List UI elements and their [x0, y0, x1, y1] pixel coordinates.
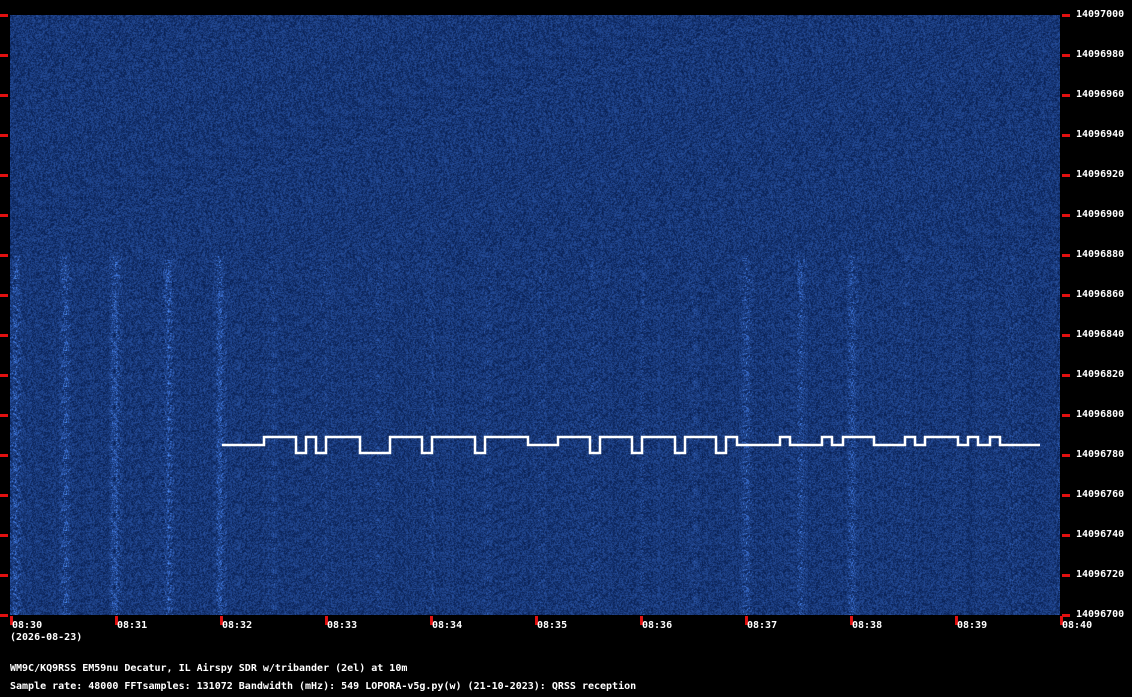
freq-label: 14096740 — [1076, 529, 1125, 540]
freq-label: 14096800 — [1076, 409, 1125, 420]
freq-tick — [1062, 494, 1070, 497]
freq-tick — [1062, 294, 1070, 297]
time-label: 08:34 — [432, 620, 463, 631]
freq-tick — [0, 574, 8, 577]
freq-tick — [0, 294, 8, 297]
freq-tick — [0, 334, 8, 337]
freq-tick — [0, 54, 8, 57]
freq-label: 14096960 — [1076, 89, 1125, 100]
freq-tick — [0, 614, 8, 617]
freq-tick — [1062, 14, 1070, 17]
freq-tick — [1062, 454, 1070, 457]
freq-tick — [1062, 134, 1070, 137]
freq-tick — [1062, 254, 1070, 257]
freq-label: 14097000 — [1076, 9, 1125, 20]
freq-tick — [0, 454, 8, 457]
fsk-trace-line — [222, 435, 1040, 455]
time-label: 08:32 — [222, 620, 253, 631]
freq-tick — [1062, 574, 1070, 577]
freq-label: 14096940 — [1076, 129, 1125, 140]
time-label: 08:35 — [537, 620, 568, 631]
freq-tick — [0, 374, 8, 377]
freq-label: 14096820 — [1076, 369, 1125, 380]
freq-tick — [1062, 214, 1070, 217]
freq-tick — [1062, 374, 1070, 377]
waterfall-display[interactable] — [10, 15, 1060, 615]
time-label: 08:31 — [117, 620, 148, 631]
time-label: 08:40 — [1062, 620, 1093, 631]
freq-tick — [1062, 54, 1070, 57]
signal-trace — [222, 435, 1040, 455]
freq-tick — [0, 534, 8, 537]
freq-label: 14096760 — [1076, 489, 1125, 500]
time-label: 08:38 — [852, 620, 883, 631]
freq-tick — [0, 414, 8, 417]
time-label: 08:37 — [747, 620, 778, 631]
freq-tick — [0, 174, 8, 177]
freq-label: 14096840 — [1076, 329, 1125, 340]
freq-tick — [0, 214, 8, 217]
date-label: (2026-08-23) — [10, 632, 83, 643]
freq-tick — [1062, 94, 1070, 97]
time-label: 08:30 — [12, 620, 43, 631]
freq-tick — [0, 494, 8, 497]
station-info: WM9C/KQ9RSS EM59nu Decatur, IL Airspy SD… — [10, 663, 408, 674]
freq-label: 14096720 — [1076, 569, 1125, 580]
freq-label: 14096980 — [1076, 49, 1125, 60]
freq-label: 14096900 — [1076, 209, 1125, 220]
freq-tick — [1062, 414, 1070, 417]
freq-label: 14096860 — [1076, 289, 1125, 300]
time-label: 08:36 — [642, 620, 673, 631]
time-label: 08:33 — [327, 620, 358, 631]
time-label: 08:39 — [957, 620, 988, 631]
freq-tick — [1062, 614, 1070, 617]
freq-tick — [0, 14, 8, 17]
freq-label: 14096920 — [1076, 169, 1125, 180]
freq-tick — [1062, 334, 1070, 337]
freq-tick — [1062, 174, 1070, 177]
freq-tick — [0, 94, 8, 97]
parameters-info: Sample rate: 48000 FFTsamples: 131072 Ba… — [10, 681, 637, 692]
freq-label: 14096880 — [1076, 249, 1125, 260]
freq-label: 14096780 — [1076, 449, 1125, 460]
freq-tick — [0, 254, 8, 257]
freq-tick — [1062, 534, 1070, 537]
freq-tick — [0, 134, 8, 137]
